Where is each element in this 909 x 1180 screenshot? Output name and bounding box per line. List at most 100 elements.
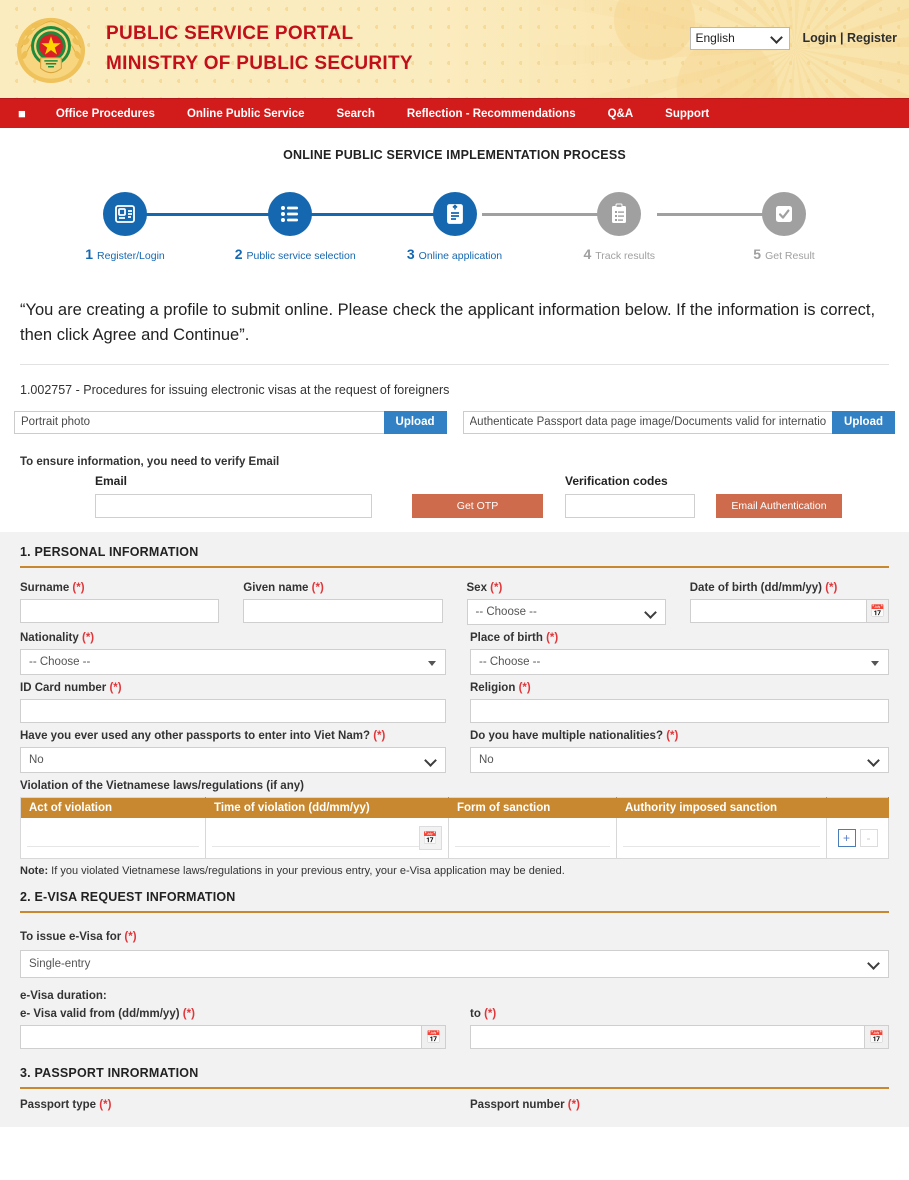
violation-section: Violation of the Vietnamese laws/regulat…	[0, 780, 909, 859]
col-form-of-sanction: Form of sanction	[448, 797, 617, 818]
step-label: Get Result	[765, 250, 815, 262]
col-actions	[826, 797, 889, 818]
step-number: 4	[583, 246, 592, 262]
passport-row-1: Passport type (*) Passport number (*)	[20, 1099, 889, 1116]
place-of-birth-select-value: -- Choose --	[479, 655, 541, 668]
login-link[interactable]: Login	[802, 31, 836, 45]
passport-page-upload-group: Upload	[462, 410, 895, 434]
language-select[interactable]: English	[690, 26, 791, 50]
personal-row-2: Nationality (*) -- Choose -- Place of bi…	[20, 632, 889, 675]
step-register-login[interactable]: 1 Register/Login	[70, 192, 180, 262]
step-number: 2	[234, 246, 243, 262]
given-name-input[interactable]	[243, 598, 443, 623]
evisa-validity-row: e- Visa valid from (dd/mm/yy) (*) 📅 to (…	[20, 1008, 889, 1049]
portrait-photo-upload-button[interactable]: Upload	[383, 410, 447, 434]
place-of-birth-select[interactable]: -- Choose --	[470, 648, 889, 675]
verification-code-input[interactable]	[565, 493, 695, 518]
cell-authority-imposed-sanction	[616, 817, 827, 858]
id-card-label: ID Card number (*)	[20, 681, 122, 694]
step-number: 5	[753, 246, 762, 262]
valid-from-label: e- Visa valid from (dd/mm/yy) (*)	[20, 1007, 195, 1020]
valid-from-input[interactable]	[20, 1024, 422, 1049]
language-selector-wrapper[interactable]: English	[690, 26, 791, 50]
step-label: Register/Login	[97, 250, 165, 262]
nav-item-search[interactable]: Search	[321, 99, 391, 129]
nav-item-online-public-service[interactable]: Online Public Service	[171, 99, 321, 129]
email-authentication-button[interactable]: Email Authentication	[716, 493, 842, 518]
nav-item-office-procedures[interactable]: Office Procedures	[40, 99, 171, 129]
passport-page-upload-button[interactable]: Upload	[832, 410, 895, 434]
violation-note-text: If you violated Vietnamese laws/regulati…	[48, 864, 565, 877]
cell-form-of-sanction	[448, 817, 617, 858]
authority-imposed-sanction-input[interactable]	[623, 828, 820, 847]
dob-date-group: 📅	[689, 598, 889, 623]
calendar-icon[interactable]: 📅	[418, 825, 442, 850]
email-input[interactable]	[95, 493, 372, 518]
nationality-label: Nationality (*)	[20, 631, 95, 644]
step-number: 1	[85, 246, 94, 262]
verification-codes-label: Verification codes	[565, 473, 668, 488]
upload-doc-icon	[432, 192, 477, 236]
other-passports-select[interactable]: No	[20, 746, 446, 773]
id-card-input[interactable]	[20, 698, 446, 723]
religion-input[interactable]	[470, 698, 889, 723]
issue-evisa-select[interactable]: Single-entry	[20, 949, 889, 978]
calendar-icon[interactable]: 📅	[864, 1024, 889, 1049]
nav-item-qa[interactable]: Q&A	[592, 99, 650, 129]
act-of-violation-input[interactable]	[27, 828, 199, 847]
dob-input[interactable]	[689, 598, 866, 623]
surname-label: Surname (*)	[20, 581, 85, 594]
email-label: Email	[95, 473, 128, 488]
section-2-rule	[20, 910, 889, 913]
step-label: Public service selection	[246, 250, 356, 262]
nav-item-reflection-recommendations[interactable]: Reflection - Recommendations	[391, 99, 592, 129]
portrait-photo-input[interactable]	[14, 410, 384, 434]
check-square-icon	[762, 192, 806, 236]
table-row: 📅 + -	[20, 817, 889, 859]
cell-row-actions: + -	[827, 818, 889, 859]
register-link[interactable]: Register	[847, 31, 897, 45]
application-form: 1. PERSONAL INFORMATION Surname (*) Give…	[0, 531, 909, 1127]
valid-to-date-group: 📅	[470, 1024, 889, 1049]
calendar-icon[interactable]: 📅	[865, 598, 889, 623]
violation-note: Note: If you violated Vietnamese laws/re…	[0, 859, 909, 877]
surname-input[interactable]	[20, 598, 220, 623]
main-navigation: ■ Office Procedures Online Public Servic…	[0, 98, 909, 128]
add-violation-row-button[interactable]: +	[837, 828, 856, 847]
other-passports-value: No	[29, 753, 44, 766]
remove-violation-row-button[interactable]: -	[859, 828, 878, 847]
valid-to-input[interactable]	[470, 1024, 865, 1049]
step-track-results[interactable]: 4 Track results	[564, 192, 674, 262]
calendar-icon[interactable]: 📅	[421, 1024, 446, 1049]
multiple-nationalities-select[interactable]: No	[470, 746, 889, 773]
issue-evisa-value: Single-entry	[29, 957, 91, 970]
section-2-heading: 2. E-VISA REQUEST INFORMATION	[20, 889, 236, 904]
cell-act-of-violation	[20, 817, 206, 858]
section-1-rule	[20, 565, 889, 568]
violation-label: Violation of the Vietnamese laws/regulat…	[20, 779, 304, 792]
auth-separator: |	[839, 31, 844, 45]
sex-select-value: -- Choose --	[475, 605, 537, 618]
step-get-result[interactable]: 5 Get Result	[729, 192, 839, 262]
passport-type-label: Passport type (*)	[20, 1098, 112, 1111]
get-otp-button[interactable]: Get OTP	[412, 493, 543, 518]
step-number: 3	[406, 246, 415, 262]
clipboard-icon	[597, 192, 642, 236]
time-of-violation-input[interactable]	[212, 828, 419, 847]
form-of-sanction-input[interactable]	[455, 828, 610, 847]
nationality-select[interactable]: -- Choose --	[20, 648, 446, 675]
cell-time-of-violation: 📅	[205, 817, 449, 858]
portrait-photo-upload-group: Upload	[14, 410, 447, 434]
nav-item-support[interactable]: Support	[649, 99, 725, 129]
passport-page-input[interactable]	[462, 410, 833, 434]
home-icon[interactable]: ■	[8, 99, 40, 129]
sex-label: Sex (*)	[466, 581, 503, 594]
issue-evisa-field: To issue e-Visa for (*) Single-entry e-V…	[0, 927, 909, 1002]
nationality-select-value: -- Choose --	[29, 655, 91, 668]
caret-down-icon	[428, 660, 436, 666]
step-public-service-selection[interactable]: 2 Public service selection	[234, 192, 356, 262]
sex-select[interactable]: -- Choose --	[466, 598, 666, 625]
step-online-application[interactable]: 3 Online application	[400, 192, 510, 262]
passport-number-label: Passport number (*)	[470, 1098, 580, 1111]
list-icon	[267, 192, 312, 236]
